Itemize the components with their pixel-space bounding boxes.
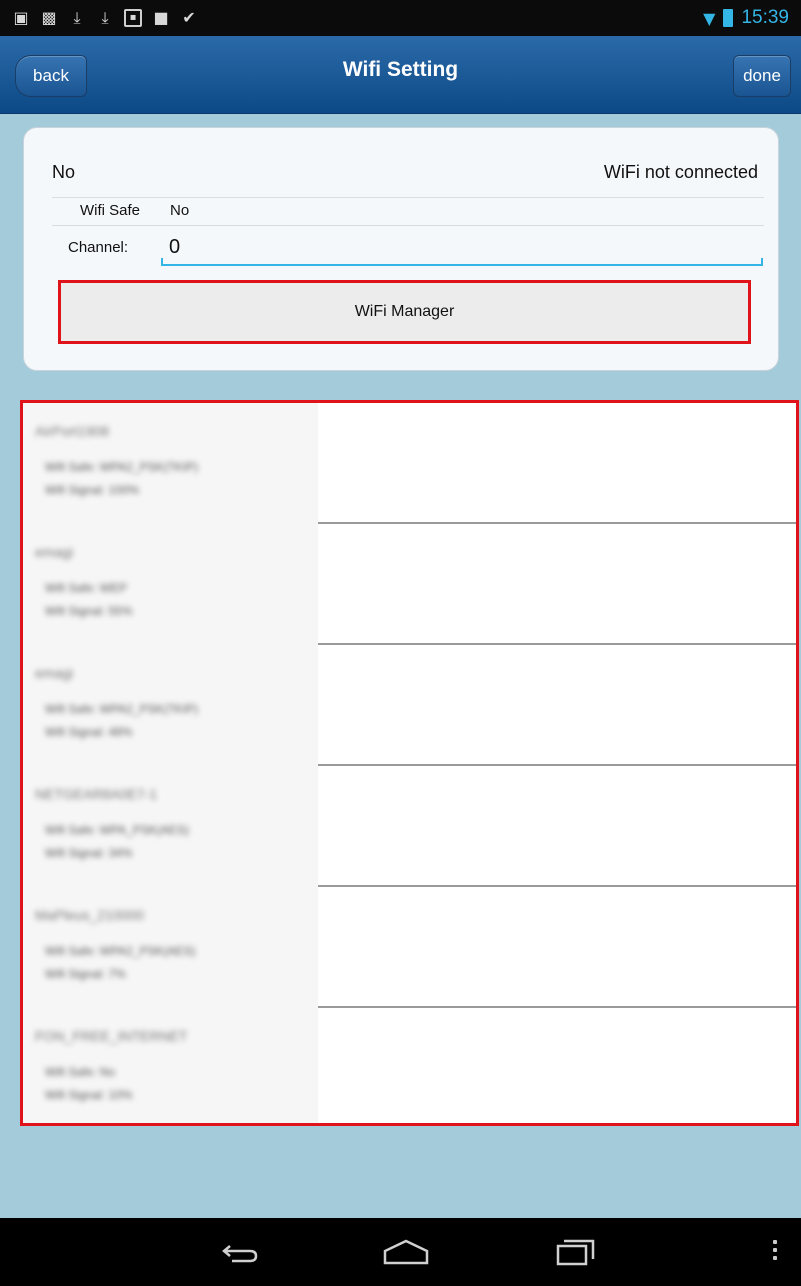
download-icon: ⤓	[101, 8, 109, 27]
recent-apps-icon[interactable]	[536, 1218, 616, 1286]
network-security: Wifi Safe: WEP	[45, 581, 128, 595]
list-item[interactable]: FON_FREE_INTERNET Wifi Safe: No Wifi Sig…	[23, 1008, 796, 1123]
page-title: Wifi Setting	[342, 58, 459, 81]
network-signal: Wifi Signal: 34%	[45, 846, 133, 860]
list-item[interactable]: emagi Wifi Safe: WEP Wifi Signal: 55%	[23, 524, 796, 645]
menu-icon[interactable]	[773, 1240, 777, 1260]
network-security: Wifi Safe: No	[45, 1065, 116, 1079]
list-item[interactable]: NETGEAR8A0E7-1 Wifi Safe: WPA_PSK(AES) W…	[23, 766, 796, 887]
status-bar: ▣ ▩ ⤓ ⤓ ▪ ■ ✔ ▼ 15:39	[0, 0, 801, 36]
wifi-manager-button[interactable]: WiFi Manager	[58, 280, 751, 344]
wifi-network-list: AirPort1908 Wifi Safe: WPA2_PSK(TKIP) Wi…	[20, 400, 799, 1126]
network-signal: Wifi Signal: 55%	[45, 604, 133, 618]
network-name: AirPort1908	[35, 423, 109, 439]
download-icon: ⤓	[73, 8, 81, 27]
gallery-icon: ▣	[13, 8, 29, 27]
list-item[interactable]: MaPleus_210000 Wifi Safe: WPA2_PSK(AES) …	[23, 887, 796, 1008]
connection-status: WiFi not connected	[603, 162, 758, 182]
network-name: emagi	[35, 544, 74, 560]
network-security: Wifi Safe: WPA2_PSK(AES)	[45, 944, 196, 958]
home-icon[interactable]	[366, 1218, 446, 1286]
network-security: Wifi Safe: WPA_PSK(AES)	[45, 823, 189, 837]
wifi-safe-value: No	[170, 202, 190, 219]
network-name: FON_FREE_INTERNET	[35, 1028, 188, 1044]
divider	[52, 225, 764, 226]
input-edge	[161, 258, 163, 266]
wifi-icon: ▼	[703, 8, 716, 28]
system-status: ▼ 15:39	[703, 7, 789, 29]
divider	[52, 197, 764, 198]
connection-row: No WiFi not connected	[52, 162, 758, 183]
network-signal: Wifi Signal: 7%	[45, 967, 126, 981]
channel-input[interactable]	[161, 230, 763, 266]
network-security: Wifi Safe: WPA2_PSK(TKIP)	[45, 460, 199, 474]
network-signal: Wifi Signal: 48%	[45, 725, 133, 739]
channel-label: Channel:	[68, 239, 129, 256]
back-icon[interactable]	[200, 1218, 280, 1286]
network-signal: Wifi Signal: 10%	[45, 1088, 133, 1102]
photo-icon: ▩	[41, 8, 57, 27]
ssid-value: No	[52, 162, 76, 182]
briefcase-check-icon: ✔	[182, 8, 196, 27]
network-name: NETGEAR8A0E7-1	[35, 786, 158, 802]
network-name: emagi	[35, 665, 74, 681]
sd-card-icon: ▪	[124, 9, 142, 27]
list-item[interactable]: emagi Wifi Safe: WPA2_PSK(TKIP) Wifi Sig…	[23, 645, 796, 766]
network-name: MaPleus_210000	[35, 907, 144, 923]
wifi-safe-label: Wifi Safe	[80, 202, 141, 219]
network-security: Wifi Safe: WPA2_PSK(TKIP)	[45, 702, 199, 716]
network-signal: Wifi Signal: 100%	[45, 483, 140, 497]
list-item[interactable]: AirPort1908 Wifi Safe: WPA2_PSK(TKIP) Wi…	[23, 403, 796, 524]
system-nav-bar	[0, 1218, 801, 1286]
clock: 15:39	[741, 7, 789, 28]
notification-icons: ▣ ▩ ⤓ ⤓ ▪ ■ ✔	[12, 9, 198, 27]
done-button[interactable]: done	[733, 55, 791, 97]
battery-icon	[723, 9, 734, 27]
briefcase-icon: ■	[153, 8, 169, 27]
nav-bar: back Wifi Setting done	[0, 36, 801, 114]
input-edge	[761, 258, 763, 266]
